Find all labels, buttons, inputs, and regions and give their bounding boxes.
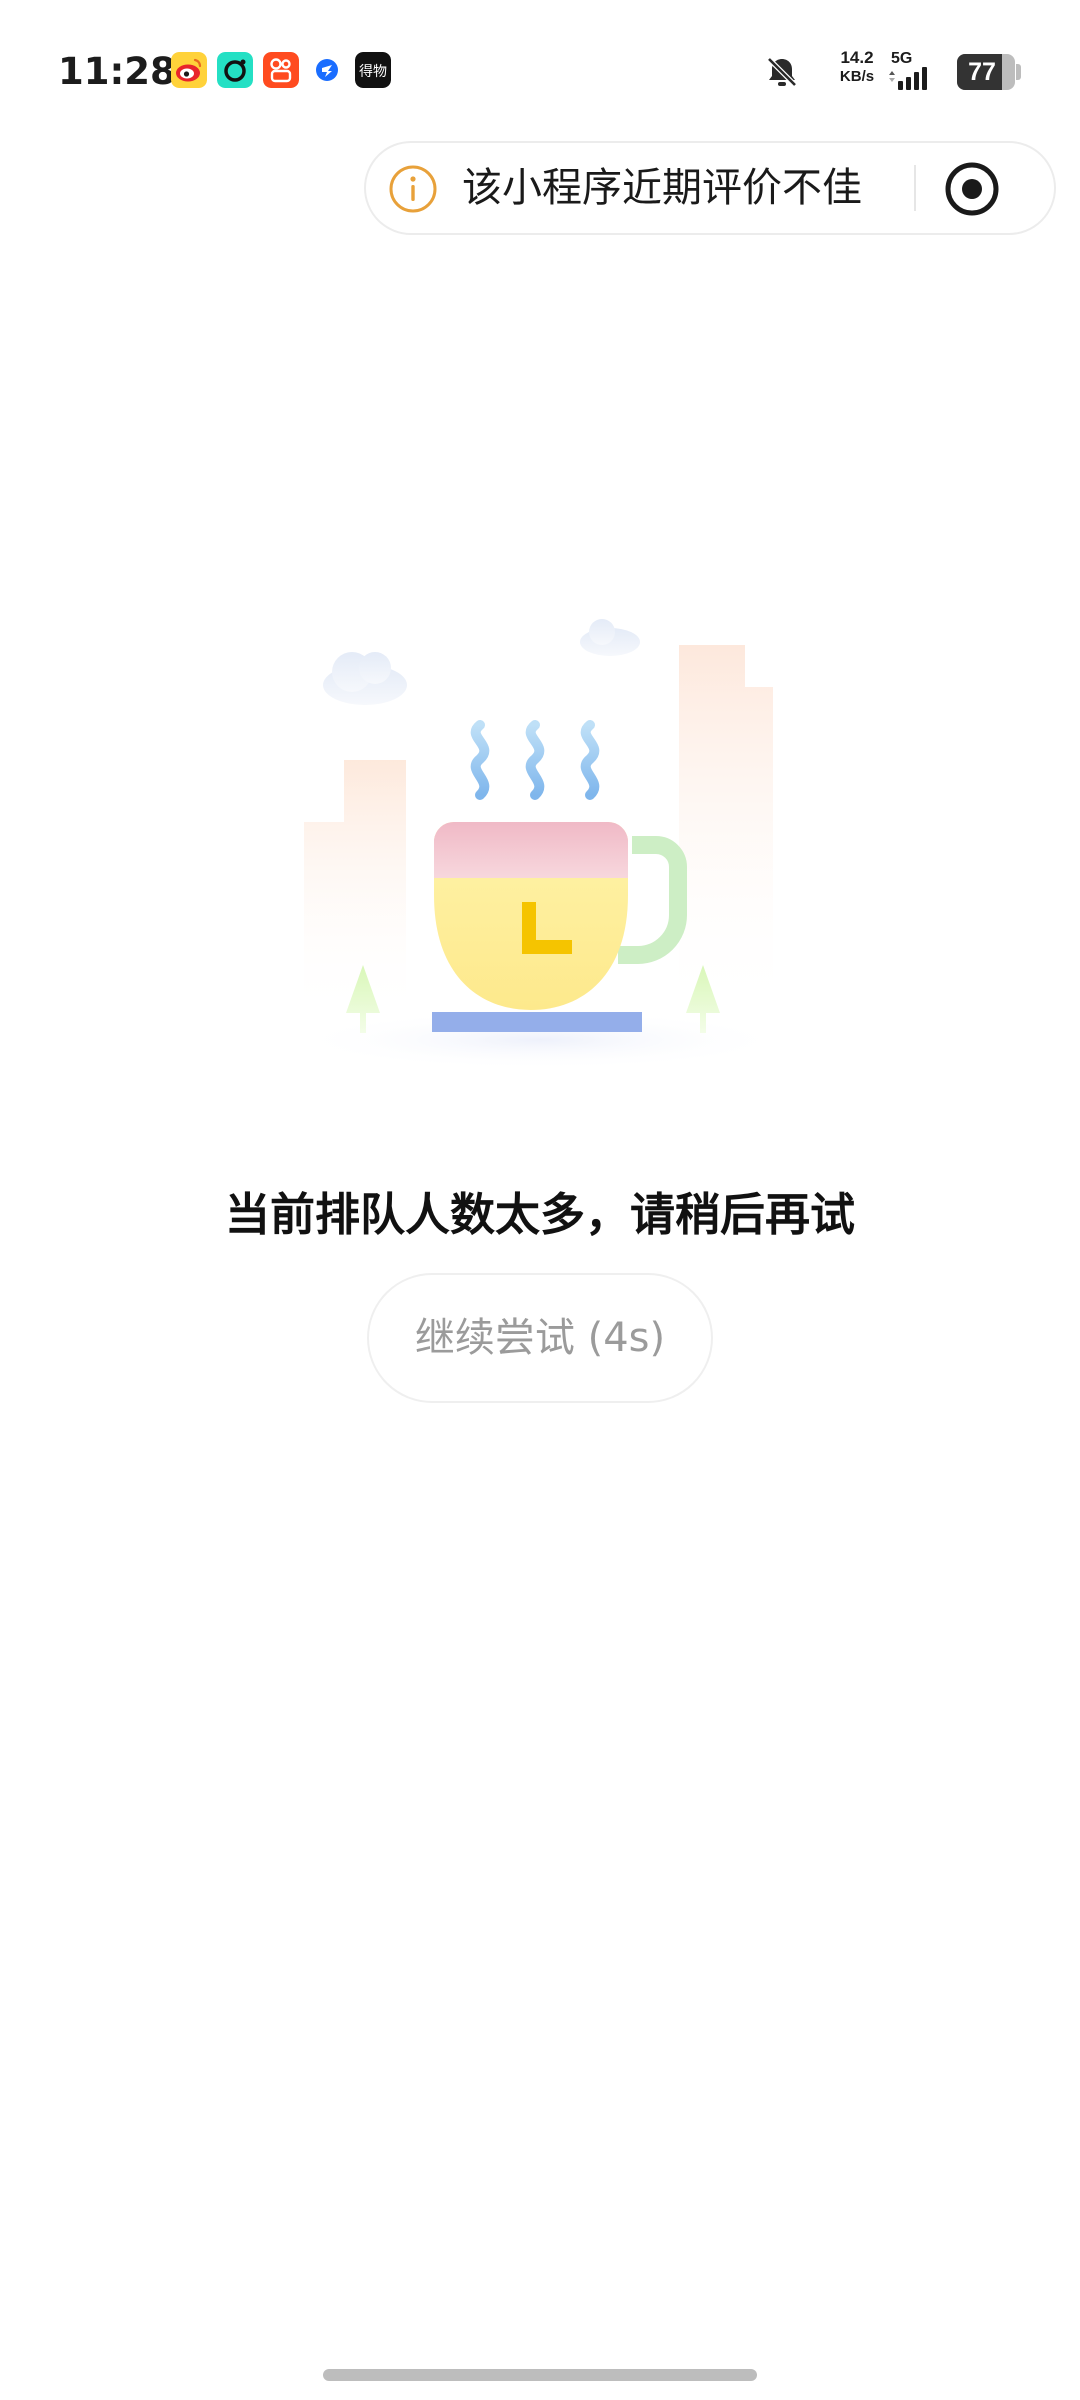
soul-icon	[217, 52, 253, 88]
retry-button[interactable]: 继续尝试 (4s)	[367, 1273, 713, 1403]
close-mini-program-button[interactable]	[940, 157, 1004, 221]
network-speed-value: 14.2	[840, 48, 874, 67]
coffee-cup-waiting-illustration	[290, 600, 790, 1100]
home-gesture-bar[interactable]	[323, 2369, 757, 2381]
battery-tip	[1016, 64, 1021, 80]
dingtalk-icon	[309, 52, 345, 88]
rating-notice-text[interactable]: 该小程序近期评价不佳	[462, 143, 862, 233]
network-speed: 14.2 KB/s	[833, 48, 881, 86]
cellular-signal-icon	[887, 66, 927, 90]
dewu-icon: 得物	[355, 52, 391, 88]
info-circle-icon[interactable]	[388, 164, 438, 214]
network-speed-unit: KB/s	[839, 68, 875, 85]
weibo-icon	[171, 52, 207, 88]
battery-indicator: 77	[957, 54, 1015, 90]
queue-busy-message: 当前排队人数太多，请稍后再试	[224, 1188, 855, 1241]
battery-percent: 77	[968, 58, 996, 86]
target-circle-icon	[945, 162, 999, 216]
mini-program-capsule: 该小程序近期评价不佳	[364, 141, 1056, 235]
status-time: 11:28	[58, 50, 176, 93]
dewu-label: 得物	[359, 63, 387, 80]
capsule-divider	[914, 165, 916, 211]
bell-off-icon	[764, 54, 800, 90]
kuaishou-icon	[263, 52, 299, 88]
